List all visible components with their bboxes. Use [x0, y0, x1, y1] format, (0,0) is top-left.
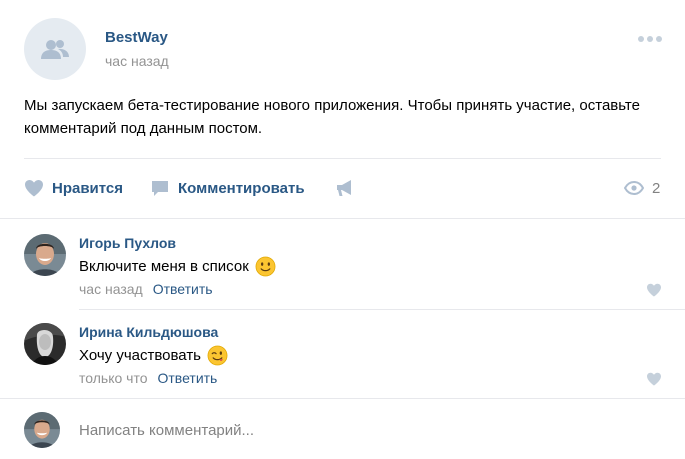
- divider: [24, 158, 661, 159]
- comment-meta: только что Ответить: [79, 370, 217, 386]
- like-button[interactable]: Нравится: [24, 176, 123, 200]
- divider: [0, 218, 685, 219]
- views-counter: 2: [624, 176, 660, 200]
- comment-button[interactable]: Комментировать: [150, 176, 305, 200]
- megaphone-icon: [337, 180, 351, 196]
- divider: [79, 309, 685, 310]
- comment-avatar[interactable]: [24, 323, 66, 365]
- comment-time[interactable]: час назад: [79, 281, 143, 297]
- post-time[interactable]: час назад: [105, 53, 169, 69]
- heart-icon: [25, 180, 43, 197]
- post-text: Мы запускаем бета-тестирование нового пр…: [24, 97, 640, 137]
- comment-text-content: Хочу участвовать: [79, 346, 201, 364]
- group-avatar[interactable]: [24, 18, 86, 80]
- reply-button[interactable]: Ответить: [153, 281, 213, 297]
- comment-label: Комментировать: [178, 179, 305, 197]
- views-count: 2: [652, 179, 661, 197]
- comment-input[interactable]: [66, 412, 656, 448]
- comment-meta: час назад Ответить: [79, 281, 213, 297]
- divider: [0, 398, 685, 399]
- reply-button[interactable]: Ответить: [158, 370, 218, 386]
- current-user-avatar[interactable]: [24, 412, 60, 448]
- heart-icon[interactable]: [646, 372, 662, 386]
- comment-text-content: Включите меня в список: [79, 257, 249, 275]
- comment-icon: [152, 181, 168, 196]
- comment-avatar[interactable]: [24, 234, 66, 276]
- group-avatar-icon: [41, 40, 69, 59]
- comment-text: Включите меня в список: [79, 255, 276, 277]
- winking-face-icon: [207, 345, 228, 365]
- more-icon[interactable]: [638, 36, 662, 42]
- comment-author[interactable]: Ирина Кильдюшова: [79, 324, 218, 340]
- comment-author[interactable]: Игорь Пухлов: [79, 235, 176, 251]
- share-button[interactable]: [335, 176, 355, 200]
- like-label: Нравится: [52, 179, 124, 197]
- slightly-smiling-face-icon: [255, 256, 276, 276]
- wall-post: BestWay час назад Мы запускаем бета-тест…: [0, 0, 685, 459]
- eye-icon: [624, 181, 644, 195]
- heart-icon[interactable]: [646, 283, 662, 297]
- comment-time[interactable]: только что: [79, 370, 148, 386]
- comment-text: Хочу участвовать: [79, 344, 228, 366]
- post-author[interactable]: BestWay: [105, 29, 168, 46]
